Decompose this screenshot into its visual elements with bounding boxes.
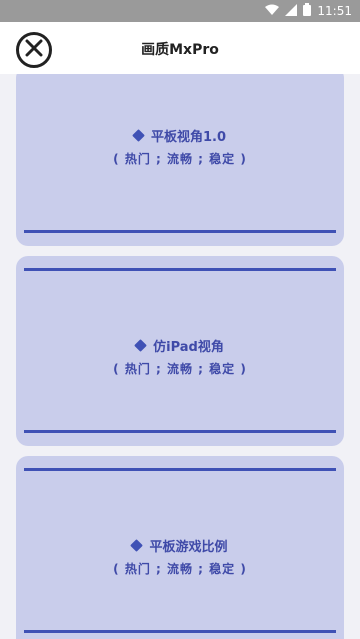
option-list[interactable]: 平板视角1.0 ( 热门 ; 流畅 ; 稳定 ) 仿iPad视角 ( 热门 ; … (0, 74, 360, 639)
option-card-tablet-game-ratio[interactable]: 平板游戏比例 ( 热门 ; 流畅 ; 稳定 ) (16, 456, 344, 639)
status-time: 11:51 (317, 4, 352, 18)
status-icons: 11:51 (265, 3, 352, 19)
card-bottom-divider (24, 230, 336, 233)
diamond-icon (130, 539, 144, 552)
card-tags: ( 热门 ; 流畅 ; 稳定 ) (113, 562, 247, 576)
option-card-tablet-view[interactable]: 平板视角1.0 ( 热门 ; 流畅 ; 稳定 ) (16, 74, 344, 246)
signal-icon (285, 3, 298, 19)
card-top-divider (24, 468, 336, 471)
option-card-ipad-view[interactable]: 仿iPad视角 ( 热门 ; 流畅 ; 稳定 ) (16, 256, 344, 446)
diamond-icon (134, 339, 148, 352)
header: 画质MxPro (0, 22, 360, 74)
wifi-icon (265, 4, 280, 19)
card-title: 平板视角1.0 (150, 130, 227, 145)
card-title-row: 平板游戏比例 (16, 536, 344, 555)
card-title-row: 仿iPad视角 (16, 336, 344, 355)
card-bottom-divider (24, 430, 336, 433)
card-title: 仿iPad视角 (153, 340, 224, 355)
card-top-divider (24, 268, 336, 271)
card-tags: ( 热门 ; 流畅 ; 稳定 ) (113, 362, 247, 376)
card-title: 平板游戏比例 (149, 540, 228, 555)
card-bottom-divider (24, 630, 336, 633)
battery-icon (303, 3, 312, 19)
card-title-row: 平板视角1.0 (16, 126, 344, 145)
status-bar: 11:51 (0, 0, 360, 22)
card-tags: ( 热门 ; 流畅 ; 稳定 ) (113, 152, 247, 166)
page-title: 画质MxPro (141, 42, 219, 58)
diamond-icon (132, 129, 145, 142)
